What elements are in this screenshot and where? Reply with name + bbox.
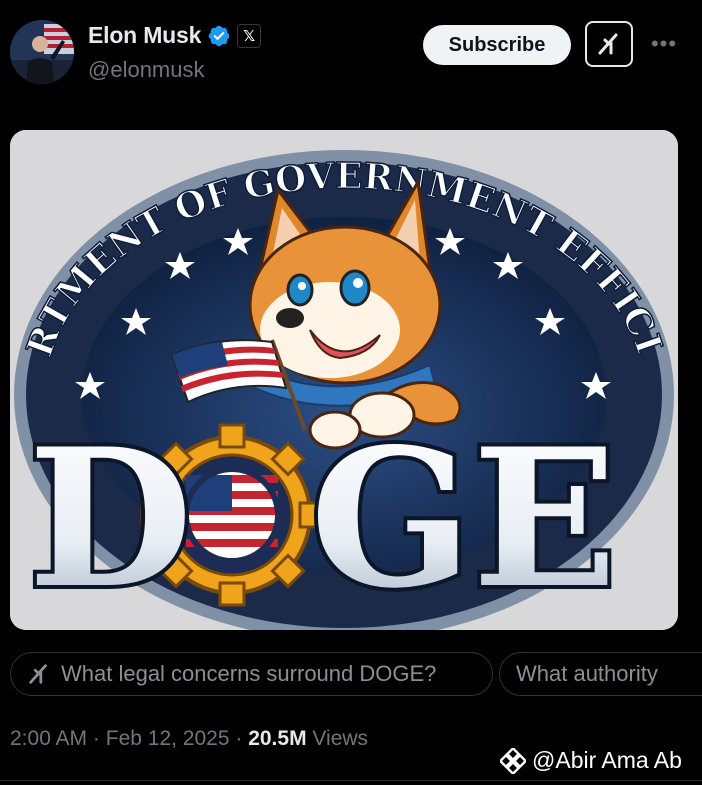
post-header: Elon Musk 𝕏 @elonmusk Subscribe •••: [0, 0, 702, 110]
svg-text:D: D: [28, 407, 193, 630]
subscribe-button[interactable]: Subscribe: [423, 25, 571, 65]
grok-icon: [598, 33, 618, 55]
more-icon[interactable]: •••: [648, 30, 680, 58]
chip-label: What authority: [516, 661, 658, 686]
watermark-text: @Abir Ama Ab: [532, 747, 682, 773]
chip-label: What legal concerns surround DOGE?: [61, 661, 437, 686]
avatar[interactable]: [10, 20, 74, 84]
watermark-diamond-icon: [500, 747, 526, 774]
separator: ·: [235, 727, 243, 750]
post-time[interactable]: 2:00 AM: [10, 727, 87, 750]
name-row: Elon Musk 𝕏: [88, 22, 262, 49]
svg-text:GE: GE: [310, 407, 617, 630]
post-date[interactable]: Feb 12, 2025: [106, 727, 230, 750]
separator: ·: [92, 727, 100, 750]
grok-suggestion-chip[interactable]: What authority: [499, 652, 702, 696]
grok-suggestions: What legal concerns surround DOGE? What …: [10, 652, 702, 698]
grok-suggestion-chip[interactable]: What legal concerns surround DOGE?: [10, 652, 493, 696]
views-label: Views: [312, 727, 369, 750]
author-handle[interactable]: @elonmusk: [88, 57, 205, 83]
x-badge-icon: 𝕏: [237, 23, 262, 48]
grok-button[interactable]: [585, 21, 633, 67]
doge-logo-illustration: DEPARTMENT OF GOVERNMENT EFFICIENCY: [10, 130, 678, 630]
author-name[interactable]: Elon Musk: [88, 22, 201, 49]
verified-badge-icon: [208, 25, 230, 46]
watermark: @Abir Ama Ab: [500, 747, 682, 774]
grok-icon: [27, 662, 51, 686]
divider: [0, 780, 702, 781]
views-count: 20.5M: [248, 727, 307, 750]
post-image[interactable]: DEPARTMENT OF GOVERNMENT EFFICIENCY: [10, 130, 678, 630]
doge-letters: D GE: [24, 403, 621, 630]
post-meta: 2:00 AM · Feb 12, 2025 · 20.5M Views: [10, 727, 368, 751]
